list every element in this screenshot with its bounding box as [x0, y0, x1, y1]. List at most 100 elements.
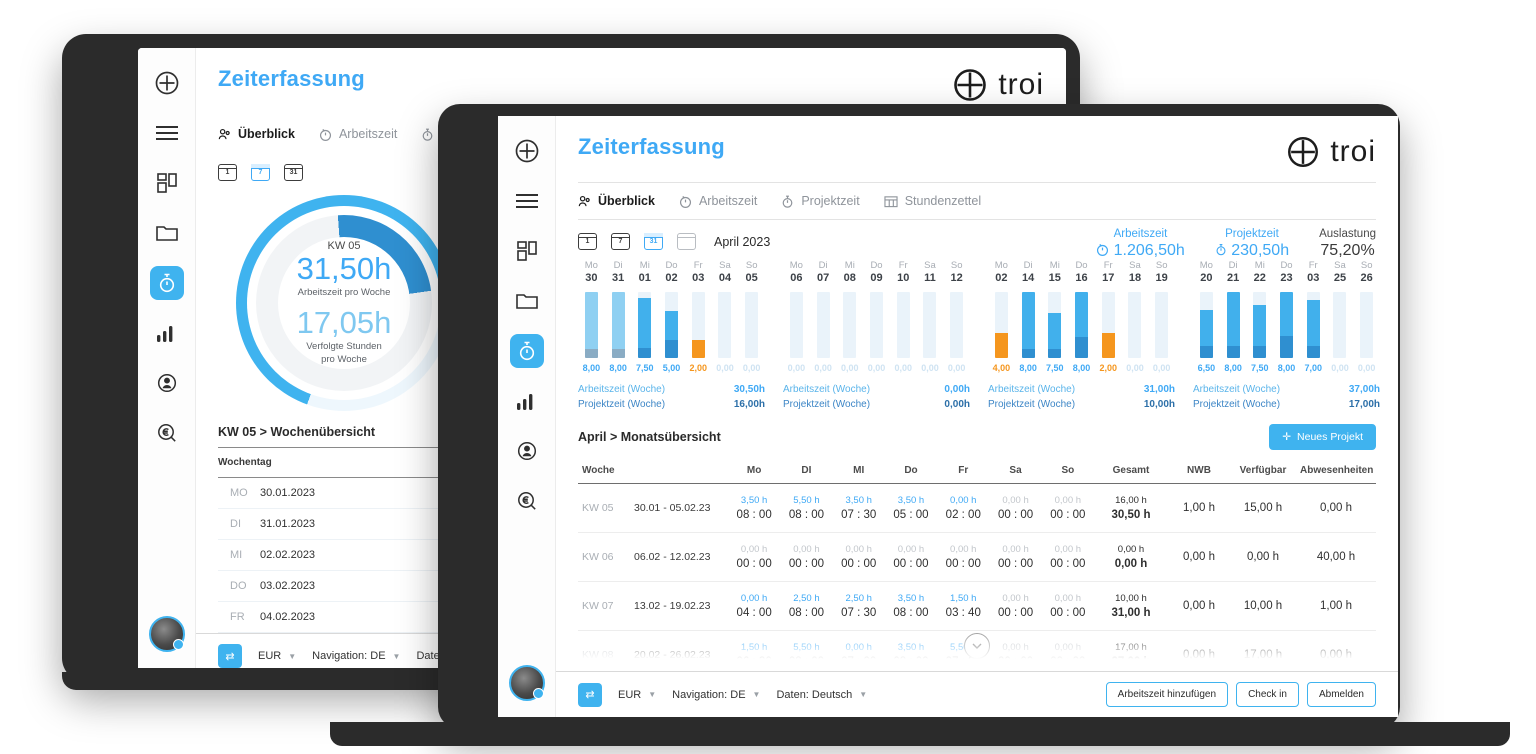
bar-cell[interactable] — [1327, 292, 1354, 358]
day-cell[interactable]: 3,50 h 08 : 00 — [884, 630, 938, 671]
new-project-button[interactable]: ✛ Neues Projekt — [1269, 424, 1376, 450]
day-cell[interactable]: 0,00 h 00 : 00 — [832, 532, 885, 582]
table-row[interactable]: KW 07 13.02 - 19.02.23 0,00 h 04 : 00 2,50 h… — [578, 581, 1376, 631]
bar-cell[interactable] — [836, 292, 863, 358]
add-worktime-button[interactable]: Arbeitszeit hinzufügen — [1105, 682, 1229, 707]
search-euro-icon[interactable] — [150, 416, 184, 450]
search-euro-icon[interactable] — [510, 484, 544, 518]
day-cell[interactable]: 2,50 h 08 : 00 — [780, 581, 833, 631]
tab-uberblick[interactable]: Überblick — [218, 127, 295, 141]
day-cell[interactable]: 0,00 h 00 : 00 — [937, 532, 990, 582]
bar-cell[interactable] — [1246, 292, 1273, 358]
bar-cell[interactable] — [1122, 292, 1149, 358]
navigation-select[interactable]: Navigation: DE ▼ — [672, 689, 760, 701]
day-cell[interactable]: 0,00 h 00 : 00 — [989, 532, 1042, 582]
swap-icon[interactable]: ⇄ — [218, 644, 242, 668]
day-cell[interactable]: 0,00 h 00 : 00 — [989, 483, 1042, 533]
avatar[interactable] — [508, 665, 545, 701]
bar-cell[interactable] — [578, 292, 605, 358]
bar-cell[interactable] — [917, 292, 944, 358]
day-cell[interactable]: 3,50 h 08 : 00 — [884, 581, 938, 631]
navigation-select[interactable]: Navigation: DE ▼ — [312, 650, 400, 662]
week-view-icon[interactable]: 7 — [611, 233, 630, 250]
person-circle-icon[interactable] — [510, 434, 544, 468]
bar-cell[interactable] — [1353, 292, 1380, 358]
day-cell[interactable]: 5,50 h 08 : 00 — [780, 630, 833, 671]
avatar[interactable] — [148, 616, 185, 652]
bar-cell[interactable] — [863, 292, 890, 358]
bar-cell[interactable] — [738, 292, 765, 358]
day-cell[interactable]: 0,00 h 00 : 00 — [989, 630, 1042, 671]
day-cell[interactable]: 0,00 h 07 : 00 — [832, 630, 885, 671]
bar-cell[interactable] — [988, 292, 1015, 358]
day-cell[interactable]: 5,50 h 08 : 00 — [780, 483, 833, 533]
day-cell[interactable]: 0,00 h 00 : 00 — [1041, 630, 1094, 671]
bar-cell[interactable] — [658, 292, 685, 358]
bar-cell[interactable] — [1300, 292, 1327, 358]
tab-stundenzettel[interactable]: Stundenzettel — [884, 194, 981, 208]
bar-cell[interactable] — [712, 292, 739, 358]
menu-icon[interactable] — [150, 116, 184, 150]
day-view-icon[interactable]: 1 — [578, 233, 597, 250]
chart-bars-icon[interactable] — [510, 384, 544, 418]
plus-circle-icon[interactable] — [510, 134, 544, 168]
tab-projektzeit[interactable]: Projektzeit — [781, 194, 860, 208]
day-cell[interactable]: 0,00 h 00 : 00 — [1041, 532, 1094, 582]
day-cell[interactable]: 0,00 h 00 : 00 — [728, 532, 781, 582]
day-cell[interactable]: 2,50 h 07 : 30 — [832, 581, 885, 631]
day-cell[interactable]: 1,50 h 03 : 40 — [937, 581, 990, 631]
swap-icon[interactable]: ⇄ — [578, 682, 602, 707]
day-cell[interactable]: 0,00 h 04 : 00 — [728, 581, 781, 631]
bar-cell[interactable] — [685, 292, 712, 358]
bar-cell[interactable] — [783, 292, 810, 358]
bar-cell[interactable] — [1015, 292, 1042, 358]
day-cell[interactable]: 0,00 h 00 : 00 — [1041, 581, 1094, 631]
bar-cell[interactable] — [1148, 292, 1175, 358]
day-cell[interactable]: 0,00 h 00 : 00 — [1041, 483, 1094, 533]
day-cell[interactable]: 0,00 h 00 : 00 — [989, 581, 1042, 631]
day-cell[interactable]: 3,50 h 05 : 00 — [884, 483, 938, 533]
data-language-select[interactable]: Daten: Deutsch ▼ — [776, 689, 867, 701]
day-view-icon[interactable]: 1 — [218, 164, 237, 181]
bar-cell[interactable] — [1220, 292, 1247, 358]
bar-cell[interactable] — [810, 292, 837, 358]
bar-cell[interactable] — [1095, 292, 1122, 358]
tab-uberblick[interactable]: Überblick — [578, 194, 655, 208]
currency-select[interactable]: EUR ▼ — [618, 689, 656, 701]
bar-cell[interactable] — [890, 292, 917, 358]
day-cell[interactable]: 0,00 h 00 : 00 — [884, 532, 938, 582]
currency-select[interactable]: EUR ▼ — [258, 650, 296, 662]
tab-arbeitszeit[interactable]: Arbeitszeit — [679, 194, 757, 208]
bar-cell[interactable] — [1068, 292, 1095, 358]
plus-circle-icon[interactable] — [150, 66, 184, 100]
bar-cell[interactable] — [1041, 292, 1068, 358]
sidebar-item-zeiterfassung[interactable] — [509, 334, 544, 368]
month-view-icon[interactable]: 31 — [644, 233, 663, 250]
check-in-button[interactable]: Check in — [1236, 682, 1299, 707]
tab-arbeitszeit[interactable]: Arbeitszeit — [319, 127, 397, 141]
day-cell[interactable]: 1,50 h 06 : 30 — [728, 630, 781, 671]
chart-bars-icon[interactable] — [150, 316, 184, 350]
dashboard-icon[interactable] — [150, 166, 184, 200]
month-view-icon[interactable]: 31 — [284, 164, 303, 181]
day-cell[interactable]: 3,50 h 07 : 30 — [832, 483, 885, 533]
bar-cell[interactable] — [631, 292, 658, 358]
table-row[interactable]: KW 05 30.01 - 05.02.23 3,50 h 08 : 00 5,50 h… — [578, 483, 1376, 533]
folder-icon[interactable] — [150, 216, 184, 250]
bar-cell[interactable] — [605, 292, 632, 358]
stopwatch-icon-active[interactable] — [149, 266, 184, 300]
dashboard-icon[interactable] — [510, 234, 544, 268]
day-cell[interactable]: 3,50 h 08 : 00 — [728, 483, 781, 533]
folder-icon[interactable] — [510, 284, 544, 318]
table-row[interactable]: KW 06 06.02 - 12.02.23 0,00 h 00 : 00 0,00 h… — [578, 532, 1376, 582]
day-cell[interactable]: 0,00 h 00 : 00 — [780, 532, 833, 582]
bar-cell[interactable] — [1273, 292, 1300, 358]
week-view-icon[interactable]: 7 — [251, 164, 270, 181]
menu-icon[interactable] — [510, 184, 544, 218]
bar-cell[interactable] — [1193, 292, 1220, 358]
day-cell[interactable]: 0,00 h 02 : 00 — [937, 483, 990, 533]
person-circle-icon[interactable] — [150, 366, 184, 400]
scroll-down-button[interactable] — [964, 633, 990, 659]
bar-cell[interactable] — [943, 292, 970, 358]
range-view-icon[interactable] — [677, 233, 696, 250]
